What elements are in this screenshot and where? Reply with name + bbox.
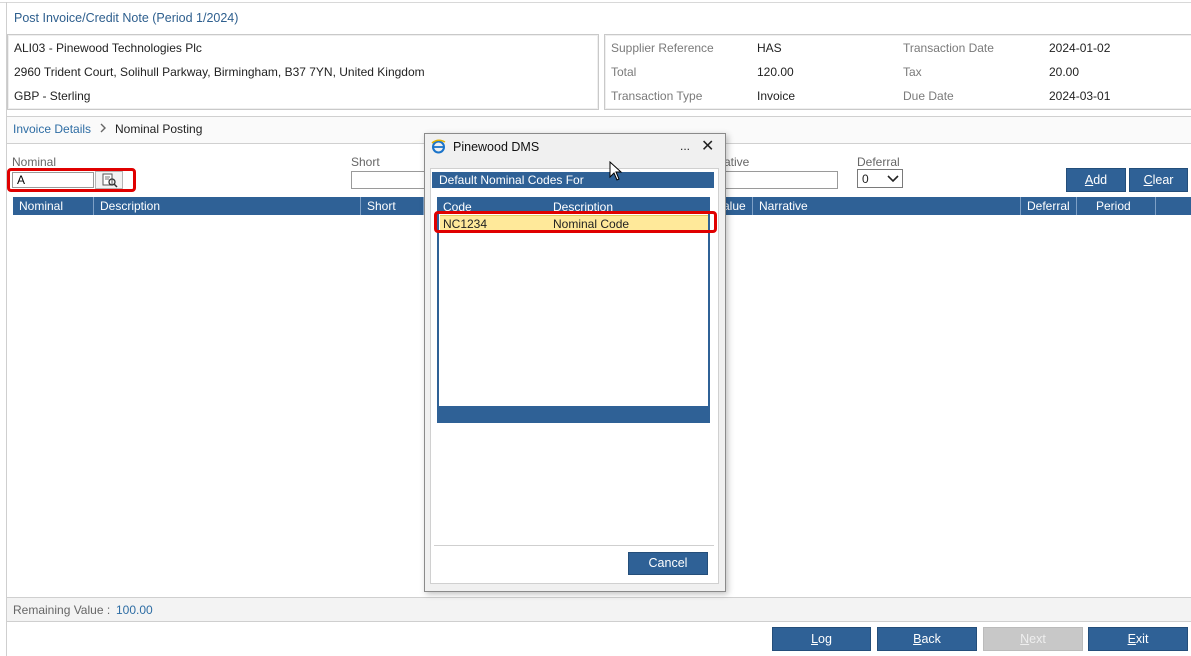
log-accesskey: L [811, 632, 819, 646]
short-label: Short [351, 155, 380, 169]
chevron-right-icon [98, 121, 108, 138]
cancel-button[interactable]: Cancel [628, 552, 708, 575]
clear-accesskey: C [1143, 173, 1153, 187]
back-label: ack [921, 632, 941, 646]
browser-e-icon [431, 139, 446, 154]
annotation-highlight-row [434, 211, 717, 233]
remaining-bar [7, 597, 1191, 622]
remaining-value: 100.00 [116, 603, 153, 617]
col-deferral[interactable]: Deferral [1021, 197, 1077, 215]
mouse-cursor-icon [609, 160, 623, 184]
supplier-ref-value: HAS [757, 41, 782, 55]
tax-label: Tax [903, 65, 922, 79]
total-label: Total [611, 65, 637, 79]
dialog-subtitle: Default Nominal Codes For [432, 172, 714, 188]
supplier-name: ALI03 - Pinewood Technologies Plc [14, 41, 202, 55]
supplier-address: 2960 Trident Court, Solihull Parkway, Bi… [14, 65, 425, 79]
close-icon[interactable]: ✕ [701, 136, 714, 156]
supplier-ref-label: Supplier Reference [611, 41, 714, 55]
col-period[interactable]: Period [1077, 197, 1156, 215]
log-button[interactable]: Log [772, 627, 871, 651]
short-input[interactable] [351, 171, 431, 189]
add-label: dd [1093, 173, 1108, 187]
deferral-label: Deferral [857, 155, 900, 169]
deferral-select[interactable]: 0 [857, 169, 903, 188]
col-nominal[interactable]: Nominal [13, 197, 94, 215]
col-description[interactable]: Description [94, 197, 361, 215]
narrative-input[interactable] [720, 171, 838, 189]
due-date-value: 2024-03-01 [1049, 89, 1111, 103]
add-button[interactable]: Add [1066, 168, 1126, 192]
due-date-label: Due Date [903, 89, 954, 103]
exit-accesskey: E [1127, 632, 1136, 646]
nominal-code-list-body [439, 214, 708, 406]
next-label: ext [1029, 632, 1046, 646]
remaining-label: Remaining Value : [13, 603, 111, 617]
dialog-title: Pinewood DMS [453, 140, 540, 154]
top-border [0, 2, 1191, 3]
dialog-divider [434, 545, 714, 546]
col-narrative[interactable]: Narrative [753, 197, 1021, 215]
dialog-more-button[interactable]: ... [680, 139, 690, 153]
chevron-down-icon [887, 175, 899, 183]
total-value: 120.00 [757, 65, 794, 79]
add-accesskey: A [1084, 173, 1094, 187]
next-accesskey: N [1020, 632, 1030, 646]
tx-date-label: Transaction Date [903, 41, 994, 55]
tax-value: 20.00 [1049, 65, 1080, 79]
back-button[interactable]: Back [877, 627, 977, 651]
clear-label: lear [1152, 173, 1174, 187]
narrative-label: ative [724, 155, 750, 169]
exit-label: xit [1135, 632, 1149, 646]
exit-button[interactable]: Exit [1088, 627, 1188, 651]
next-button[interactable]: Next [983, 627, 1083, 651]
col-short[interactable]: Short [361, 197, 424, 215]
tx-type-label: Transaction Type [611, 89, 703, 103]
nominal-input[interactable] [12, 172, 94, 188]
breadcrumb-invoice-details[interactable]: Invoice Details [13, 122, 91, 136]
supplier-currency: GBP - Sterling [14, 89, 91, 103]
breadcrumb-nominal-posting: Nominal Posting [115, 122, 203, 136]
nominal-lookup-button[interactable] [95, 171, 123, 189]
tx-type-value: Invoice [757, 89, 796, 103]
clear-button[interactable]: Clear [1129, 168, 1188, 192]
deferral-value: 0 [862, 172, 869, 186]
page-title: Post Invoice/Credit Note (Period 1/2024) [14, 11, 239, 25]
lookup-icon [102, 173, 118, 188]
log-label: og [818, 632, 832, 646]
nominal-label: Nominal [12, 155, 57, 169]
tx-date-value: 2024-01-02 [1049, 41, 1111, 55]
